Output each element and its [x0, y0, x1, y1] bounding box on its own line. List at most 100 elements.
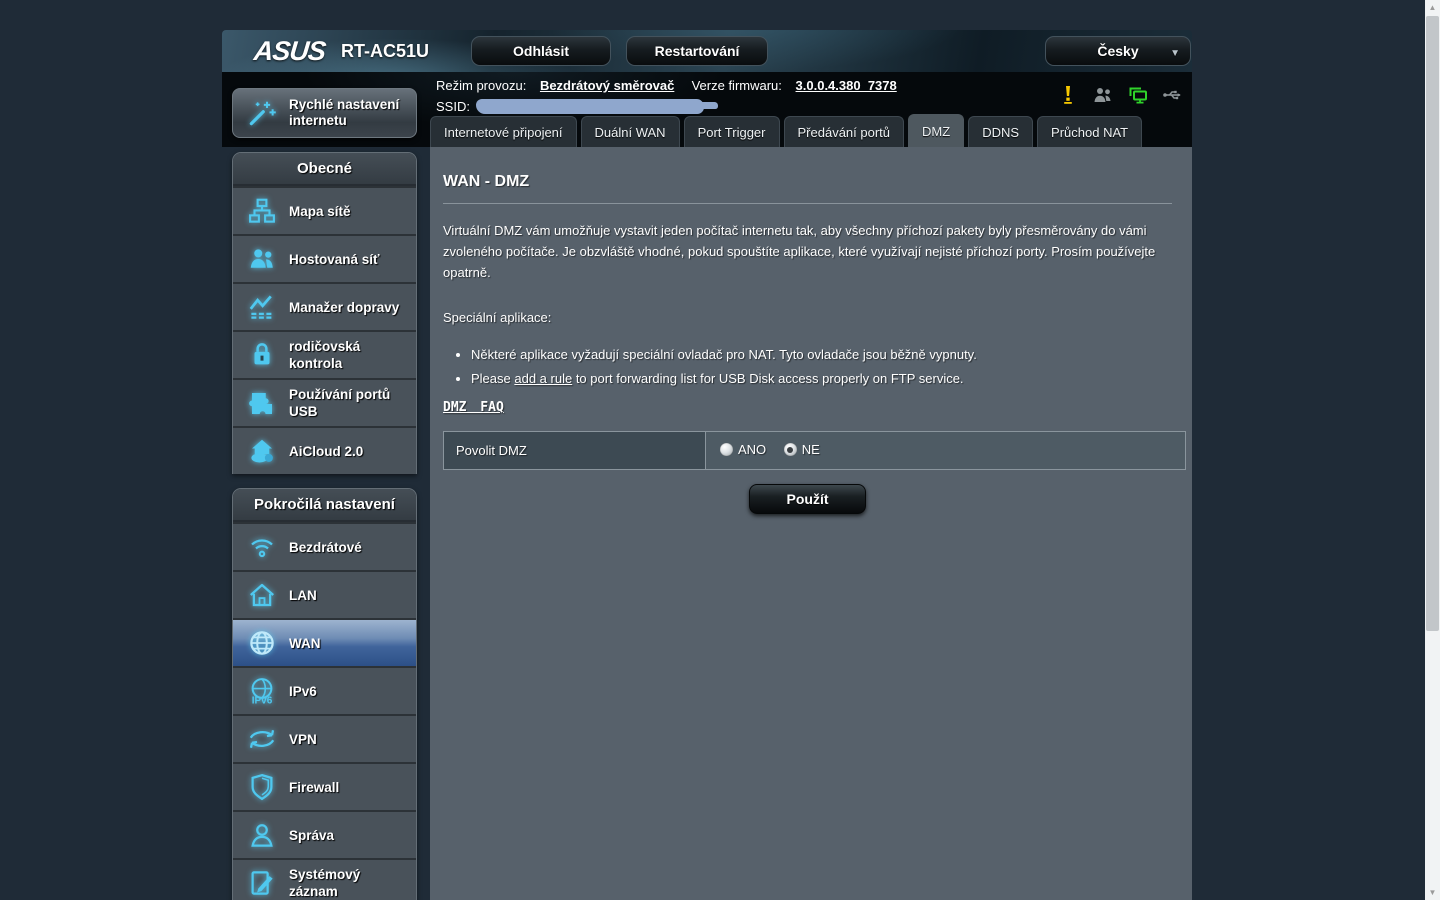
magic-wand-icon [247, 98, 277, 128]
sidebar-item-lan[interactable]: LAN [233, 570, 416, 618]
sidebar-item-label: Bezdrátové [289, 539, 368, 556]
table-row: Povolit DMZ ANO NE [444, 432, 1186, 470]
sidebar-item-system-log[interactable]: Systémový záznam [233, 858, 416, 900]
apply-row: Použít [443, 484, 1172, 514]
main-content-panel: WAN - DMZ Virtuální DMZ vám umožňuje vys… [430, 147, 1192, 900]
clients-icon[interactable] [1092, 85, 1114, 105]
sidebar-item-wireless[interactable]: Bezdrátové [233, 522, 416, 570]
svg-text:IPv6: IPv6 [252, 696, 273, 707]
sidebar-item-label: Mapa sítě [289, 203, 357, 220]
wireless-icon [247, 532, 277, 562]
network-map-icon [247, 196, 277, 226]
scrollbar-thumb[interactable] [1426, 16, 1439, 631]
usb-application-puzzle-icon [247, 388, 277, 418]
scrollbar-down-arrow[interactable]: ▼ [1425, 885, 1440, 900]
radio-yes-label: ANO [738, 442, 766, 457]
sidebar-item-label: VPN [289, 731, 323, 748]
sidebar-item-traffic-manager[interactable]: Manažer dopravy [233, 282, 416, 330]
logout-button[interactable]: Odhlásit [471, 36, 611, 66]
radio-icon[interactable] [720, 443, 733, 456]
operation-mode-label: Režim provozu: [436, 78, 526, 93]
apply-button[interactable]: Použít [749, 484, 866, 514]
administration-person-icon [247, 820, 277, 850]
sidebar-item-firewall[interactable]: Firewall [233, 762, 416, 810]
quick-setup-label: Rychlé nastavení internetu [289, 97, 416, 129]
usb-icon[interactable] [1162, 85, 1184, 105]
sidebar-item-guest-network[interactable]: Hostovaná síť [233, 234, 416, 282]
sidebar-item-label: AiCloud 2.0 [289, 443, 369, 460]
tab-port-forwarding[interactable]: Předávání portů [784, 116, 905, 147]
firmware-label: Verze firmwaru: [692, 78, 782, 93]
status-line: Režim provozu: Bezdrátový směrovač Verze… [436, 78, 897, 93]
language-value: Česky [1097, 43, 1138, 59]
sidebar: Rychlé nastavení internetu Obecné Mapa s… [232, 88, 417, 900]
sidebar-item-administration[interactable]: Správa [233, 810, 416, 858]
router-admin-window: ASUS RT-AC51U Odhlásit Restartování Česk… [222, 30, 1192, 900]
radio-icon[interactable] [784, 443, 797, 456]
internet-status-icon[interactable] [1127, 85, 1149, 105]
ssid-line: SSID: [436, 99, 704, 114]
wan-globe-icon [247, 628, 277, 658]
sidebar-item-label: Systémový záznam [289, 866, 416, 900]
enable-dmz-controls: ANO NE [706, 432, 1186, 470]
tab-ddns[interactable]: DDNS [968, 116, 1033, 147]
sidebar-item-wan[interactable]: WAN [233, 618, 416, 666]
page-title: WAN - DMZ [443, 173, 1172, 191]
chevron-down-icon: ▼ [1170, 48, 1180, 59]
sidebar-item-label: Správa [289, 827, 340, 844]
firmware-version-link[interactable]: 3.0.0.4.380_7378 [796, 78, 897, 93]
lan-house-icon [247, 580, 277, 610]
sidebar-item-label: IPv6 [289, 683, 323, 700]
asus-logo: ASUS [252, 36, 326, 67]
sidebar-item-label: Manažer dopravy [289, 299, 405, 316]
dmz-radio-no[interactable]: NE [784, 442, 820, 457]
notes-list: Některé aplikace vyžadují speciální ovla… [471, 347, 1172, 386]
dmz-settings-table: Povolit DMZ ANO NE [443, 431, 1186, 470]
sidebar-item-label: Hostovaná síť [289, 251, 386, 268]
operation-mode-link[interactable]: Bezdrátový směrovač [540, 78, 674, 93]
note-item: Některé aplikace vyžadují speciální ovla… [471, 347, 1172, 362]
firmware-notification-icon[interactable] [1057, 85, 1079, 105]
reboot-button[interactable]: Restartování [626, 36, 768, 66]
ssid-label: SSID: [436, 99, 470, 114]
sidebar-item-parental-control[interactable]: rodičovská kontrola [233, 330, 416, 378]
scrollbar-up-arrow[interactable]: ▲ [1425, 0, 1440, 15]
sidebar-item-vpn[interactable]: VPN [233, 714, 416, 762]
dmz-faq-link[interactable]: DMZ FAQ [443, 400, 504, 415]
sidebar-item-network-map[interactable]: Mapa sítě [233, 186, 416, 234]
tab-port-trigger[interactable]: Port Trigger [684, 116, 780, 147]
header-banner: ASUS RT-AC51U Odhlásit Restartování Česk… [222, 30, 1192, 72]
quick-internet-setup-button[interactable]: Rychlé nastavení internetu [232, 88, 417, 138]
dmz-radio-yes[interactable]: ANO [720, 442, 766, 457]
guest-network-icon [247, 244, 277, 274]
special-apps-label: Speciální aplikace: [443, 310, 1172, 325]
note-text: to port forwarding list for USB Disk acc… [572, 371, 963, 386]
sidebar-item-label: rodičovská kontrola [289, 338, 416, 372]
note-text: Některé aplikace vyžadují speciální ovla… [471, 347, 977, 362]
firewall-shield-icon [247, 772, 277, 802]
sidebar-section-general: Obecné Mapa sítě Hostovaná síť [232, 152, 417, 474]
vpn-arrows-icon [247, 724, 277, 754]
sidebar-item-label: Firewall [289, 779, 345, 796]
section-title-general: Obecné [233, 153, 416, 186]
status-icon-bar [1057, 85, 1184, 105]
add-a-rule-link[interactable]: add a rule [514, 371, 572, 386]
tab-dmz[interactable]: DMZ [908, 114, 964, 147]
tab-internet-connection[interactable]: Internetové připojení [430, 116, 577, 147]
page-scrollbar[interactable]: ▲ ▼ [1425, 0, 1440, 900]
wan-tab-bar: Internetové připojení Duální WAN Port Tr… [430, 114, 1146, 147]
sidebar-item-usb-application[interactable]: Používání portů USB [233, 378, 416, 426]
note-item: Please add a rule to port forwarding lis… [471, 371, 1172, 386]
note-text: Please [471, 371, 514, 386]
language-dropdown[interactable]: Česky ▼ [1045, 36, 1191, 66]
system-log-icon [247, 868, 277, 898]
dmz-description: Virtuální DMZ vám umožňuje vystavit jede… [443, 220, 1163, 283]
sidebar-item-ipv6[interactable]: IPv6 IPv6 [233, 666, 416, 714]
aicloud-icon [247, 436, 277, 466]
ssid-redacted-value [476, 99, 704, 114]
sidebar-item-aicloud[interactable]: AiCloud 2.0 [233, 426, 416, 474]
sidebar-item-label: WAN [289, 635, 327, 652]
tab-nat-passthrough[interactable]: Průchod NAT [1037, 116, 1142, 147]
enable-dmz-label: Povolit DMZ [444, 432, 706, 470]
tab-dual-wan[interactable]: Duální WAN [581, 116, 680, 147]
